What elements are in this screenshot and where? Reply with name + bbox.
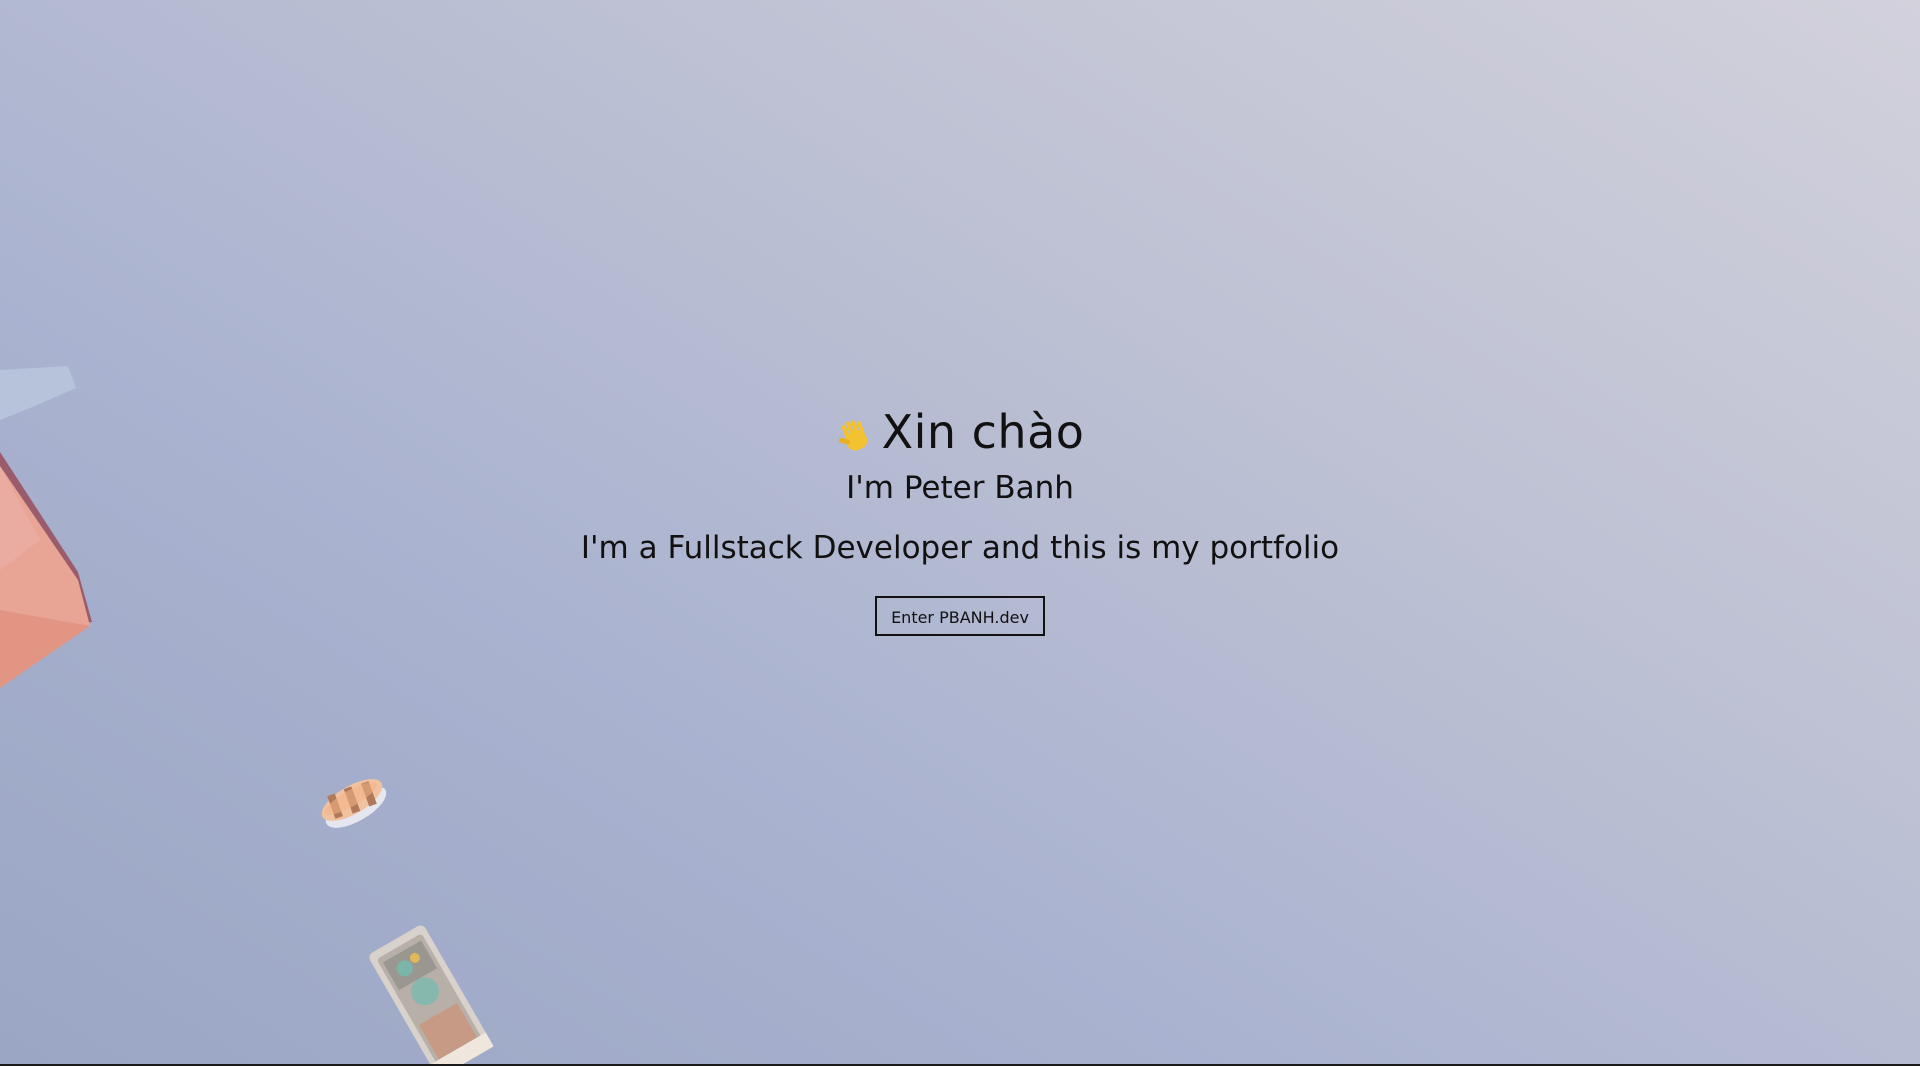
sushi-piece bbox=[321, 779, 387, 828]
enter-site-button[interactable]: Enter PBANH.dev bbox=[875, 596, 1045, 636]
intro-name: I'm Peter Banh bbox=[846, 470, 1074, 506]
hero-section: Xin chào I'm Peter Banh I'm a Fullstack … bbox=[0, 396, 1920, 636]
greeting-heading: Xin chào bbox=[836, 396, 1085, 468]
greeting-text: Xin chào bbox=[881, 405, 1085, 459]
bento-box bbox=[369, 925, 494, 1066]
waving-hand-icon bbox=[838, 420, 867, 451]
intro-role: I'm a Fullstack Developer and this is my… bbox=[580, 530, 1340, 566]
